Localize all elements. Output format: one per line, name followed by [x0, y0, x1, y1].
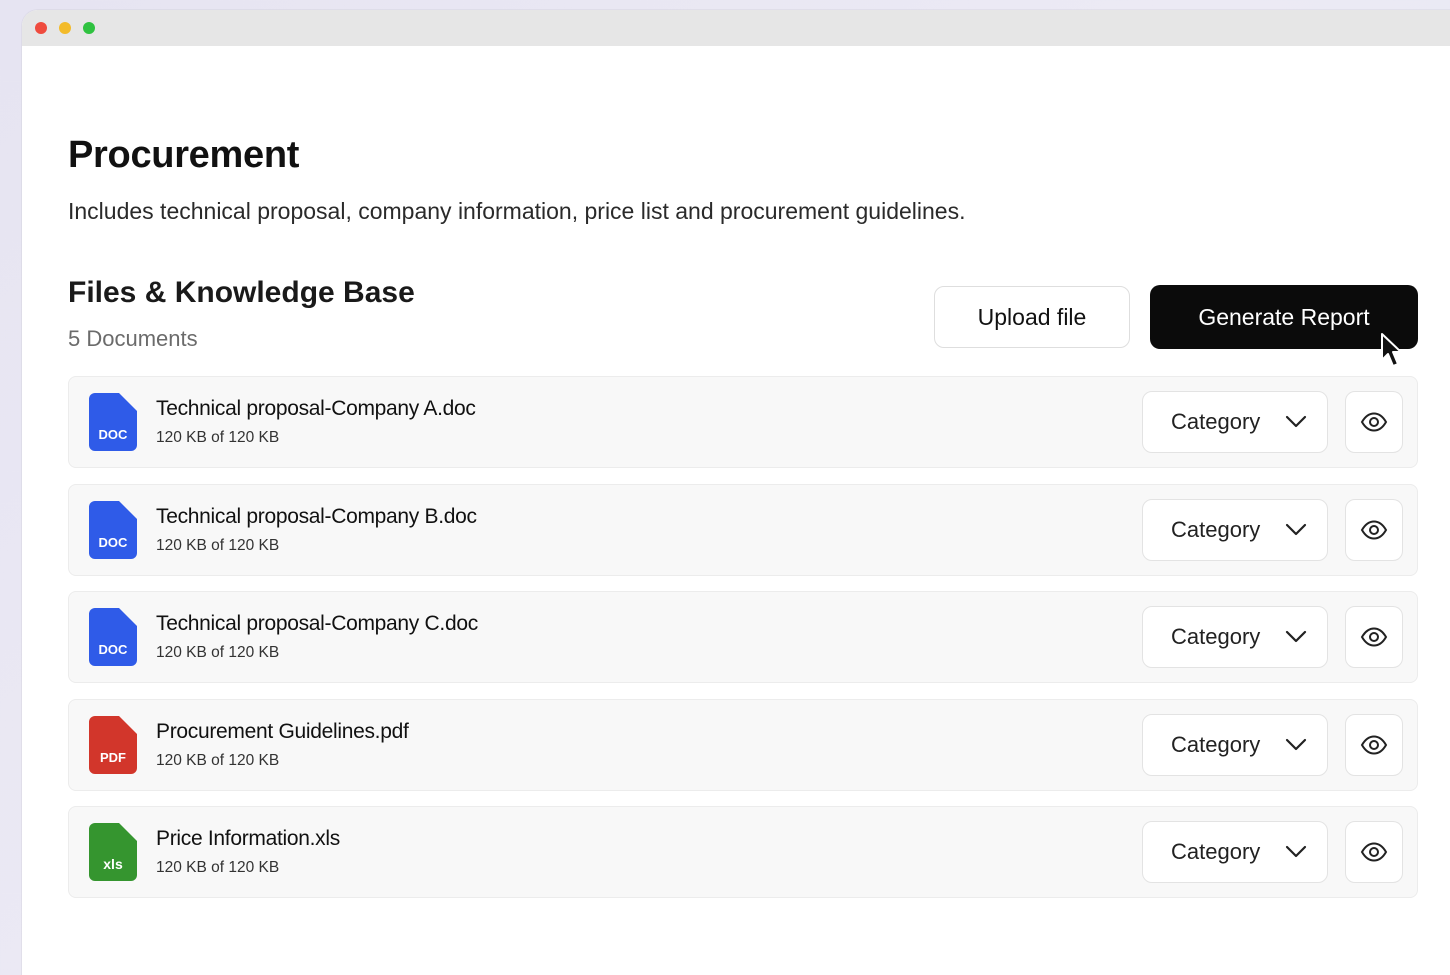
- doc-file-icon: DOC: [89, 500, 137, 559]
- file-name: Technical proposal-Company C.doc: [156, 612, 478, 635]
- file-name: Technical proposal-Company B.doc: [156, 504, 477, 528]
- category-label: Category: [1171, 624, 1261, 649]
- page-title: Procurement: [68, 134, 300, 176]
- file-name: Procurement Guidelines.pdf: [156, 719, 409, 743]
- file-row: xls Price Information.xls 120 KB of 120 …: [68, 806, 1418, 898]
- page-description: Includes technical proposal, company inf…: [68, 198, 966, 224]
- minimize-window-button[interactable]: [59, 22, 71, 34]
- category-label: Category: [1171, 731, 1261, 757]
- file-name: Technical proposal-Company A.doc: [156, 397, 476, 420]
- preview-button[interactable]: [1345, 821, 1403, 883]
- upload-file-button[interactable]: Upload file: [934, 286, 1130, 348]
- window-titlebar: [22, 10, 1450, 46]
- chevron-down-icon: [1285, 738, 1307, 750]
- file-type-label: DOC: [99, 535, 129, 550]
- category-dropdown[interactable]: Category: [1142, 713, 1328, 776]
- preview-button[interactable]: [1345, 391, 1403, 453]
- category-label: Category: [1171, 516, 1261, 542]
- app-window: Procurement Includes technical proposal,…: [22, 10, 1450, 975]
- chevron-down-icon: [1285, 630, 1307, 643]
- file-row: DOC Technical proposal-Company A.doc 120…: [68, 376, 1418, 468]
- chevron-down-icon: [1285, 523, 1307, 535]
- category-dropdown[interactable]: Category: [1142, 606, 1328, 668]
- file-list: DOC Technical proposal-Company A.doc 120…: [68, 376, 1418, 914]
- eye-icon: [1360, 519, 1388, 540]
- category-label: Category: [1171, 409, 1261, 434]
- preview-button[interactable]: [1345, 498, 1403, 561]
- chevron-down-icon: [1285, 415, 1307, 428]
- doc-file-icon: DOC: [89, 608, 137, 666]
- category-label: Category: [1171, 839, 1261, 864]
- category-dropdown[interactable]: Category: [1142, 821, 1328, 883]
- doc-file-icon: DOC: [89, 393, 137, 451]
- xls-file-icon: xls: [89, 823, 137, 881]
- file-type-label: xls: [103, 856, 123, 872]
- eye-icon: [1360, 842, 1388, 862]
- mouse-cursor-icon: [1381, 333, 1402, 367]
- file-size: 120 KB of 120 KB: [156, 536, 280, 554]
- chevron-down-icon: [1285, 845, 1307, 858]
- file-size: 120 KB of 120 KB: [156, 644, 280, 661]
- file-size: 120 KB of 120 KB: [156, 859, 280, 876]
- file-row: DOC Technical proposal-Company C.doc 120…: [68, 591, 1418, 683]
- file-type-label: PDF: [100, 750, 126, 765]
- section-title: Files & Knowledge Base: [68, 276, 415, 309]
- preview-button[interactable]: [1345, 713, 1403, 776]
- eye-icon: [1360, 412, 1388, 432]
- eye-icon: [1360, 627, 1388, 647]
- file-row: PDF Procurement Guidelines.pdf 120 KB of…: [68, 698, 1418, 791]
- category-dropdown[interactable]: Category: [1142, 391, 1328, 453]
- maximize-window-button[interactable]: [83, 22, 95, 34]
- file-type-label: DOC: [99, 427, 129, 442]
- eye-icon: [1360, 734, 1388, 755]
- pdf-file-icon: PDF: [89, 715, 137, 774]
- file-name: Price Information.xls: [156, 827, 340, 850]
- document-count: 5 Documents: [68, 326, 198, 351]
- generate-report-button[interactable]: Generate Report: [1150, 285, 1418, 349]
- close-window-button[interactable]: [35, 22, 47, 34]
- file-type-label: DOC: [99, 642, 129, 657]
- file-size: 120 KB of 120 KB: [156, 751, 280, 769]
- file-row: DOC Technical proposal-Company B.doc 120…: [68, 483, 1418, 576]
- category-dropdown[interactable]: Category: [1142, 498, 1328, 561]
- preview-button[interactable]: [1345, 606, 1403, 668]
- file-size: 120 KB of 120 KB: [156, 429, 280, 446]
